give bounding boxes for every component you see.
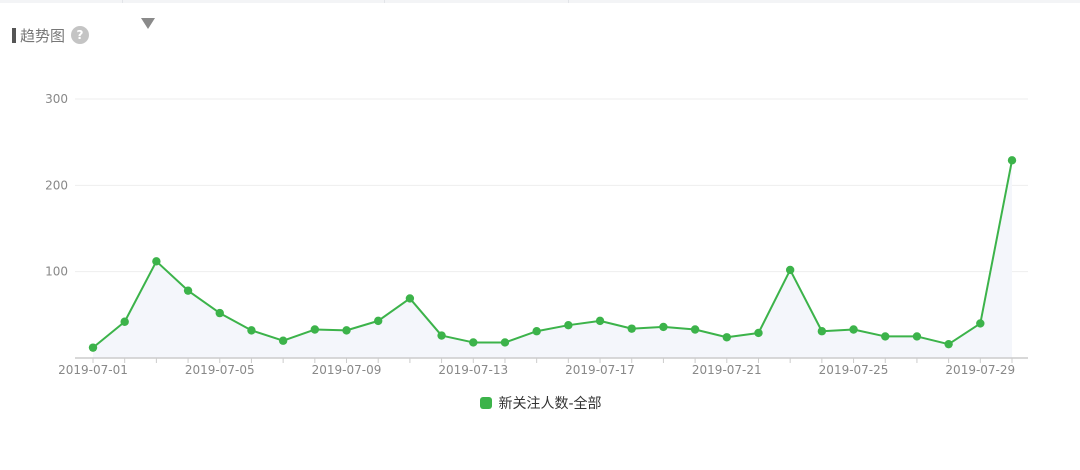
data-point <box>120 317 129 326</box>
x-tick-label: 2019-07-05 <box>185 363 255 377</box>
trend-chart-page: 趋势图 ? 100 200 300 2019-07-01 2019-07-05 2019-… <box>0 0 1080 470</box>
x-tick-label: 2019-07-29 <box>945 363 1015 377</box>
data-point <box>278 336 288 345</box>
data-point <box>564 320 573 330</box>
y-tick-label: 100 <box>45 265 68 279</box>
data-point <box>152 257 161 266</box>
data-point <box>817 327 827 336</box>
data-point <box>944 339 953 349</box>
x-tick-label: 2019-07-21 <box>692 363 762 377</box>
data-point <box>374 316 383 326</box>
x-tick-label: 2019-07-01 <box>58 363 128 377</box>
data-point <box>912 332 922 341</box>
data-point <box>405 294 415 303</box>
data-point <box>627 324 636 333</box>
data-point <box>437 331 446 340</box>
data-point <box>342 326 351 335</box>
data-point <box>659 322 668 332</box>
data-point <box>849 325 858 334</box>
x-tick-label: 2019-07-13 <box>438 363 508 377</box>
data-point <box>722 333 731 342</box>
legend-swatch <box>480 397 493 409</box>
legend-item[interactable]: 新关注人数-全部 <box>480 393 602 413</box>
data-point <box>881 332 890 341</box>
data-point <box>183 286 193 295</box>
y-tick-label: 200 <box>45 178 68 192</box>
x-tick-label: 2019-07-17 <box>565 363 635 377</box>
data-point <box>310 325 320 334</box>
data-point <box>785 265 795 275</box>
x-tick-label: 2019-07-25 <box>819 363 889 377</box>
data-point <box>500 338 510 347</box>
data-point <box>1007 156 1017 165</box>
data-point <box>88 343 98 352</box>
data-point <box>976 319 985 328</box>
chart-legend[interactable]: 新关注人数-全部 <box>0 393 1080 413</box>
x-tick-label: 2019-07-09 <box>312 363 382 377</box>
series-line <box>92 160 1013 349</box>
data-point <box>469 338 478 347</box>
y-tick-label: 300 <box>45 92 68 106</box>
data-point <box>690 325 700 334</box>
data-point <box>247 326 256 335</box>
data-point <box>595 316 605 326</box>
data-point <box>215 308 224 318</box>
data-point <box>754 328 763 338</box>
legend-label: 新关注人数-全部 <box>498 396 602 412</box>
data-point <box>532 327 541 336</box>
